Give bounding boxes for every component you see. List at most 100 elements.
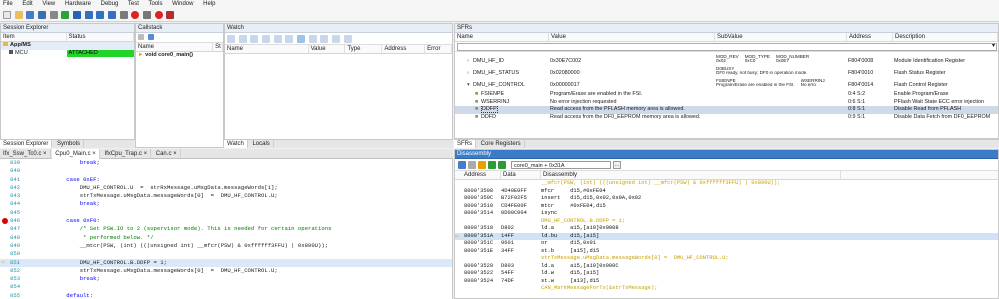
col-address[interactable]: Address xyxy=(847,33,893,41)
debug-icon[interactable] xyxy=(38,11,47,19)
expand-chevron-icon[interactable]: › xyxy=(466,67,469,79)
code-line[interactable]: 846 case 0xF0: xyxy=(0,217,452,225)
tab-core-registers[interactable]: Core Registers xyxy=(478,140,525,148)
close-icon[interactable]: × xyxy=(43,151,47,157)
gutter[interactable] xyxy=(0,200,10,208)
col-address[interactable]: Address xyxy=(382,45,426,53)
collapse-icon[interactable] xyxy=(285,35,294,43)
step-over-icon[interactable] xyxy=(96,11,105,19)
gutter[interactable] xyxy=(0,275,10,283)
gutter[interactable] xyxy=(455,188,464,196)
gutter[interactable]: ⇨ xyxy=(0,259,10,267)
col-st[interactable]: St xyxy=(213,43,223,51)
instruction-row[interactable]: 8000'351C 9601 or d15,0x01 xyxy=(455,240,998,248)
gutter[interactable] xyxy=(0,176,10,184)
refresh-icon[interactable] xyxy=(250,35,259,43)
col-disassembly[interactable]: Disassembly xyxy=(541,171,841,179)
gutter[interactable] xyxy=(455,218,464,226)
gutter[interactable] xyxy=(0,192,10,200)
copy-icon[interactable] xyxy=(138,34,144,40)
gutter[interactable] xyxy=(455,180,464,188)
code-line[interactable]: ⇨ 851 DMU_HF_CONTROL.B.DDFP = 1; xyxy=(0,258,452,267)
source-line[interactable]: CAN_MarkMessageForTx(&strTxMessage); xyxy=(455,285,998,293)
gutter[interactable] xyxy=(455,210,464,218)
gutter[interactable] xyxy=(0,242,10,250)
address-input[interactable]: core0_main + 0x31A xyxy=(511,160,611,169)
instruction-row[interactable]: 8000'3522 54FF ld.w d15,[a15] xyxy=(455,270,998,278)
code-line[interactable]: 852 strTxMessage.uMsgData.messageWords[0… xyxy=(0,267,452,275)
col-data[interactable]: Data xyxy=(501,171,541,179)
code-line[interactable]: 848 * performed below. */ xyxy=(0,234,452,242)
live-update-icon[interactable] xyxy=(297,35,306,43)
tab-locals[interactable]: Locals xyxy=(249,140,274,148)
gutter[interactable] xyxy=(455,255,464,263)
col-name[interactable]: Name xyxy=(136,43,214,51)
menu-test[interactable]: Test xyxy=(128,1,139,7)
instruction-row[interactable]: 8000'351E 34FF st.b [a15],d15 xyxy=(455,248,998,256)
tab-session-explorer[interactable]: Session Explorer xyxy=(0,140,53,148)
import-icon[interactable] xyxy=(332,35,341,43)
instruction-row[interactable]: 8000'3510 CD4FE00F mtcr #0xFE04,d15 xyxy=(455,203,998,211)
col-description[interactable]: Description xyxy=(893,33,998,41)
gutter[interactable] xyxy=(455,285,464,293)
step-out-icon[interactable] xyxy=(108,11,117,19)
code-line[interactable]: 839 break; xyxy=(0,159,452,167)
browse-button[interactable]: ... xyxy=(613,160,621,169)
gutter[interactable] xyxy=(0,184,10,192)
source-line[interactable]: DMU_HF_CONTROL.B.DDFP = 1; xyxy=(455,218,998,226)
tab-sfrs[interactable]: SFRs xyxy=(454,140,476,148)
stop-icon[interactable] xyxy=(73,11,82,19)
settings-icon[interactable] xyxy=(343,35,352,43)
code-editor[interactable]: 839 break; 840 841 case 0xEF: 842 DMU_HF_CO… xyxy=(0,159,453,299)
disassembly-listing[interactable]: __mfcr(PSW, (int) (((unsigned int) __mfc… xyxy=(455,180,998,293)
remove-watch-icon[interactable] xyxy=(238,35,247,43)
menu-hardware[interactable]: Hardware xyxy=(65,1,91,7)
gutter[interactable] xyxy=(0,217,10,225)
forward-icon[interactable] xyxy=(498,160,506,169)
col-name[interactable]: Name xyxy=(225,45,309,53)
menu-tools[interactable]: Tools xyxy=(148,1,162,7)
open-icon[interactable] xyxy=(14,11,23,19)
gutter[interactable] xyxy=(455,240,464,248)
code-line[interactable]: 840 xyxy=(0,167,452,175)
sfr-bitfield-row[interactable]: ■ DDFD Read access from the DF0_EEPROM mem… xyxy=(455,114,998,122)
gutter[interactable] xyxy=(0,267,10,275)
tab-watch[interactable]: Watch xyxy=(224,140,248,148)
refresh-icon[interactable] xyxy=(147,34,154,40)
format-icon[interactable] xyxy=(262,35,271,43)
instruction-row[interactable]: ⇨ 8000'351A 14FF ld.bu d15,[a15] xyxy=(455,232,998,241)
run-icon[interactable] xyxy=(61,11,70,19)
gutter[interactable] xyxy=(455,225,464,233)
gutter[interactable] xyxy=(0,209,10,217)
menu-window[interactable]: Window xyxy=(172,1,193,7)
gutter[interactable] xyxy=(0,167,10,175)
source-line[interactable]: strTxMessage.uMsgData.messageWords[0] = … xyxy=(455,255,998,263)
tab-can[interactable]: Can.c × xyxy=(153,149,181,159)
instruction-row[interactable]: 8000'3508 4D40E0FF mfcr d15,#0xFE04 xyxy=(455,188,998,196)
attach-icon[interactable] xyxy=(26,11,35,19)
gutter[interactable] xyxy=(455,270,464,278)
gutter[interactable] xyxy=(0,292,10,299)
sfr-register-row[interactable]: ▾ DMU_HF_CONTROL 0x00000017 FSIENPE Program/… xyxy=(455,79,998,91)
instruction-row[interactable]: 8000'3520 D803 ld.a a15,[a10]0x000C xyxy=(455,263,998,271)
menu-file[interactable]: File xyxy=(3,1,13,7)
code-line[interactable]: 847 /* Set PSW.IO to 2 (supervisor mode)… xyxy=(0,225,452,233)
code-line[interactable]: 853 break; xyxy=(0,275,452,283)
instruction-row[interactable]: 8000'350C B72F02F5 insert d15,d15,0x02,0x0… xyxy=(455,195,998,203)
session-row-app[interactable]: App/MS xyxy=(1,42,134,50)
tab-ifxcpu-trap[interactable]: IfxCpu_Trap.c × xyxy=(101,149,152,159)
current-pc-arrow-icon[interactable]: ⇨ xyxy=(455,233,464,241)
gutter[interactable] xyxy=(455,195,464,203)
go-to-pc-icon[interactable] xyxy=(478,160,486,169)
gutter[interactable] xyxy=(0,225,10,233)
code-line[interactable]: 849 __mtcr(PSW, (int) (((unsigned int) _… xyxy=(0,242,452,250)
menu-help[interactable]: Help xyxy=(203,1,215,7)
run-to-icon[interactable] xyxy=(119,11,128,19)
gutter[interactable] xyxy=(0,250,10,258)
instruction-row[interactable]: 8000'3518 D802 ld.a a15,[a10]0x0008 xyxy=(455,225,998,233)
halt-icon[interactable] xyxy=(154,11,163,19)
code-line[interactable]: 843 strTxMessage.uMsgData.messageWords[0… xyxy=(0,192,452,200)
col-subvalue[interactable]: SubValue xyxy=(715,33,847,41)
sfr-bitfield-row[interactable]: ■ WSERRINJ No error injection requested 0:6… xyxy=(455,99,998,107)
menu-edit[interactable]: Edit xyxy=(22,1,32,7)
